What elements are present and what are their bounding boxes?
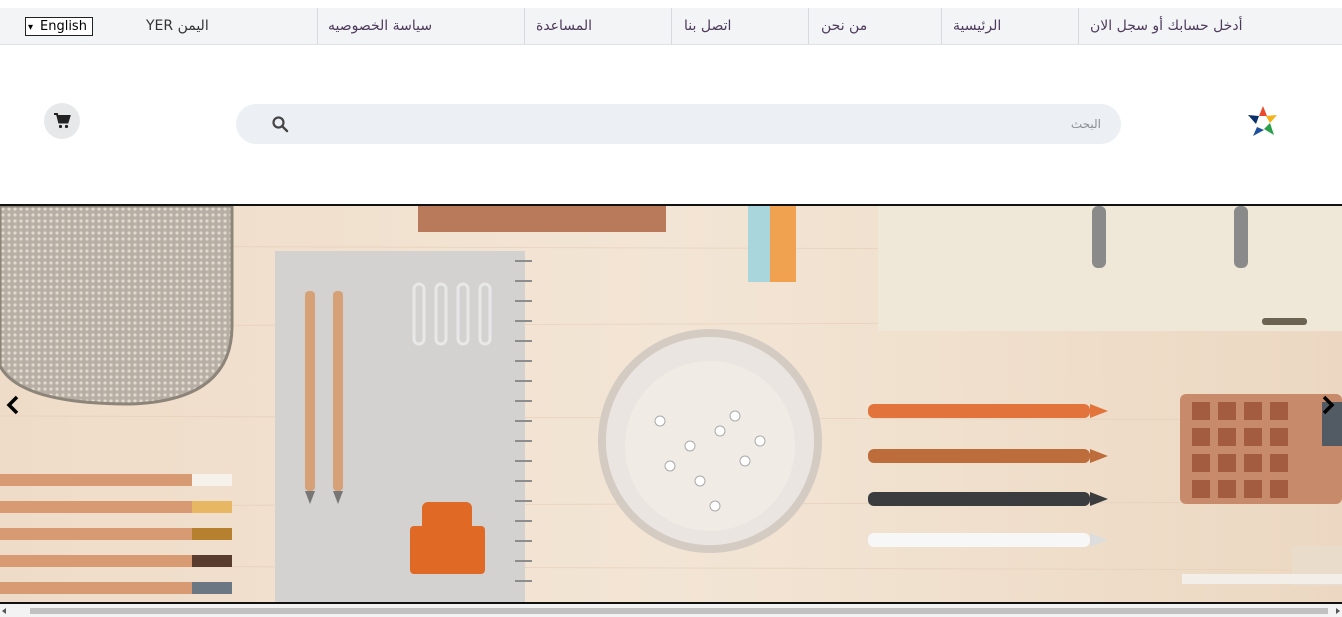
nav-privacy-policy[interactable]: سياسة الخصوصيه	[328, 8, 432, 44]
nav-divider	[941, 8, 942, 44]
language-select[interactable]: ▾ English	[25, 17, 93, 36]
nav-home[interactable]: الرئيسية	[953, 8, 1001, 44]
top-nav-bar: ▾ English اليمن YER سياسة الخصوصيه المساع…	[0, 8, 1342, 45]
language-select-value: English	[40, 19, 87, 34]
nav-divider	[524, 8, 525, 44]
nav-divider	[1078, 8, 1079, 44]
currency-selector[interactable]: اليمن YER	[146, 8, 209, 44]
nav-divider	[808, 8, 809, 44]
stationery-flatlay-image	[0, 206, 1342, 603]
nav-login-register[interactable]: أدخل حسابك أو سجل الان	[1090, 8, 1242, 44]
search-icon[interactable]	[271, 115, 289, 133]
store-logo[interactable]	[1243, 102, 1283, 142]
chevron-right-icon[interactable]	[1318, 394, 1338, 416]
scroll-left-arrow-icon[interactable]	[2, 608, 6, 614]
cart-button[interactable]	[44, 103, 80, 139]
scroll-right-arrow-icon[interactable]	[1336, 608, 1340, 614]
cart-icon	[54, 113, 71, 129]
chevron-left-icon[interactable]	[3, 394, 23, 416]
nav-help[interactable]: المساعدة	[536, 8, 592, 44]
hero-banner[interactable]	[0, 206, 1342, 603]
search-bar[interactable]: البحث	[236, 104, 1121, 144]
nav-divider	[317, 8, 318, 44]
nav-divider	[671, 8, 672, 44]
chevron-down-icon: ▾	[28, 22, 34, 33]
scrollbar-thumb[interactable]	[30, 608, 1328, 614]
horizontal-scrollbar[interactable]	[0, 604, 1342, 617]
nav-contact-us[interactable]: اتصل بنا	[684, 8, 731, 44]
search-input[interactable]: البحث	[1071, 104, 1101, 144]
nav-about-us[interactable]: من نحن	[821, 8, 867, 44]
